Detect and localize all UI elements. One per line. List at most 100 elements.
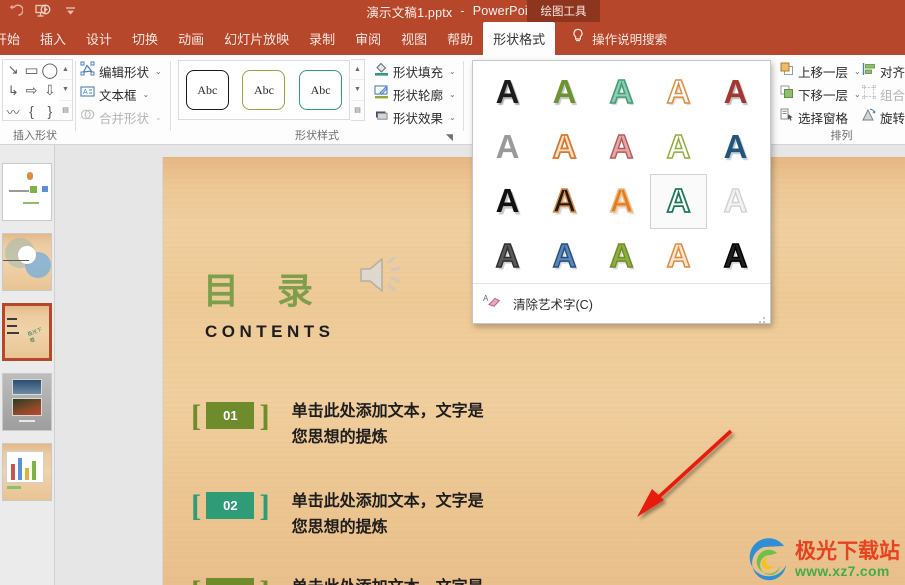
- wordart-style-15[interactable]: A: [479, 229, 536, 284]
- toc-text[interactable]: 单击此处添加文本，文字是 您思想的提炼: [292, 489, 484, 541]
- xz7-logo-mark-icon: [746, 537, 792, 581]
- wordart-style-13[interactable]: A: [650, 174, 707, 229]
- wordart-style-8[interactable]: A: [650, 120, 707, 175]
- slide-thumbnail-1[interactable]: [2, 163, 52, 221]
- bring-forward-button[interactable]: 上移一层 ⌄: [778, 61, 863, 81]
- tab-审阅[interactable]: 审阅: [345, 22, 391, 55]
- scroll-up-icon[interactable]: ▲: [59, 60, 72, 81]
- shape-glyph[interactable]: }: [41, 103, 59, 119]
- tab-动画[interactable]: 动画: [168, 22, 214, 55]
- clear-wordart-menu-item[interactable]: A 清除艺术字(C): [473, 284, 770, 322]
- slide-wordart-text[interactable]: 极光下载站: [601, 577, 754, 585]
- wordart-style-16[interactable]: A: [536, 229, 593, 284]
- wordart-style-5[interactable]: A: [479, 120, 536, 175]
- shape-glyph[interactable]: {: [22, 103, 40, 119]
- shape-glyph[interactable]: ⇩: [41, 82, 59, 99]
- align-button[interactable]: 对齐: [860, 61, 905, 81]
- wordart-style-6[interactable]: A: [536, 120, 593, 175]
- shape-fill-icon: [374, 61, 389, 81]
- chevron-down-icon[interactable]: ⌄: [449, 67, 456, 76]
- slide-thumbnail-4[interactable]: [2, 373, 52, 431]
- tab-视图[interactable]: 视图: [391, 22, 437, 55]
- chevron-down-icon[interactable]: ⌄: [449, 90, 456, 99]
- xz7-logo-url: www.xz7.com: [795, 562, 890, 579]
- wordart-style-0[interactable]: A: [479, 65, 536, 120]
- shape-glyph[interactable]: ↳: [4, 83, 22, 99]
- edit-shape-icon: [80, 61, 95, 81]
- text-box-button[interactable]: A 文本框 ⌄: [78, 84, 151, 104]
- selection-pane-button[interactable]: 选择窗格: [778, 107, 850, 127]
- shape-styles-gallery[interactable]: Abc Abc Abc: [178, 60, 350, 120]
- shape-glyph[interactable]: ◯: [41, 61, 59, 79]
- shape-style-preset[interactable]: Abc: [299, 70, 343, 110]
- shape-glyph[interactable]: 〰: [4, 102, 22, 120]
- slide-thumbnail-3[interactable]: 极光下载: [2, 303, 52, 361]
- chevron-down-icon[interactable]: ⌄: [155, 67, 162, 76]
- gallery-more-icon[interactable]: ▤: [59, 101, 72, 120]
- tab-形状格式[interactable]: 形状格式: [483, 22, 556, 55]
- shapes-gallery[interactable]: ↘ ▭ ◯ ↳ ⇨ ⇩ 〰 { }: [2, 59, 60, 121]
- toc-text[interactable]: 单击此处添加文本，文字是 您思想的提炼: [292, 399, 484, 451]
- shape-style-preset[interactable]: Abc: [185, 70, 229, 110]
- shape-outline-button[interactable]: 形状轮廓 ⌄: [372, 84, 458, 104]
- shape-fill-button[interactable]: 形状填充 ⌄: [372, 61, 458, 81]
- shapes-gallery-scroll[interactable]: ▲ ▼ ▤: [59, 59, 73, 121]
- shape-styles-dialog-launcher[interactable]: ◥: [444, 132, 455, 143]
- scroll-up-icon[interactable]: ▲: [351, 60, 364, 81]
- wordart-style-9[interactable]: A: [707, 120, 764, 175]
- tab-录制[interactable]: 录制: [299, 22, 345, 55]
- document-title: 演示文稿1.pptx - PowerPoint: [0, 0, 905, 22]
- audio-speaker-icon[interactable]: [356, 252, 408, 303]
- send-backward-button[interactable]: 下移一层 ⌄: [778, 84, 863, 104]
- toc-text[interactable]: 单击此处添加文本，文字是: [292, 575, 484, 585]
- edit-shape-button[interactable]: 编辑形状 ⌄: [78, 61, 164, 81]
- wordart-style-17[interactable]: A: [593, 229, 650, 284]
- scroll-down-icon[interactable]: ▼: [351, 80, 364, 101]
- shape-glyph[interactable]: ▭: [22, 61, 40, 79]
- slide-thumbnail-2[interactable]: [2, 233, 52, 291]
- slide-thumbnail-pane[interactable]: 极光下载: [0, 145, 55, 585]
- tab-幻灯片放映[interactable]: 幻灯片放映: [214, 22, 299, 55]
- wordart-style-19[interactable]: A: [707, 229, 764, 284]
- wordart-style-10[interactable]: A: [479, 174, 536, 229]
- tab-设计[interactable]: 设计: [76, 22, 122, 55]
- merge-shapes-label: 合并形状: [99, 111, 150, 126]
- tab-切换[interactable]: 切换: [122, 22, 168, 55]
- shape-style-preset[interactable]: Abc: [242, 70, 286, 110]
- group-label-arrange: 排列: [830, 130, 853, 142]
- wordart-style-12[interactable]: A: [593, 174, 650, 229]
- powerpoint-window: 演示文稿1.pptx - PowerPoint 绘图工具 开始 插入 设计 切换…: [0, 0, 905, 585]
- tab-开始[interactable]: 开始: [0, 22, 30, 55]
- wordart-style-18[interactable]: A: [650, 229, 707, 284]
- chevron-down-icon[interactable]: ⌄: [449, 113, 456, 122]
- shape-glyph[interactable]: ⇨: [22, 82, 40, 99]
- slide-thumbnail-5[interactable]: [2, 443, 52, 501]
- wordart-style-4[interactable]: A: [707, 65, 764, 120]
- gallery-more-icon[interactable]: ▤: [351, 101, 364, 120]
- wordart-style-7[interactable]: A: [593, 120, 650, 175]
- shape-glyph[interactable]: ↘: [4, 62, 22, 78]
- toc-item-02[interactable]: [ 02 ] 单击此处添加文本，文字是 您思想的提炼: [191, 489, 591, 541]
- chevron-down-icon[interactable]: ⌄: [143, 90, 150, 99]
- scroll-down-icon[interactable]: ▼: [59, 80, 72, 101]
- wordart-style-2[interactable]: A: [593, 65, 650, 120]
- wordart-style-14[interactable]: A: [707, 174, 764, 229]
- merge-shapes-icon: [80, 107, 95, 127]
- text-box-label: 文本框: [99, 88, 137, 103]
- slide-subtitle[interactable]: CONTENTS: [205, 322, 335, 342]
- bracket-left-icon: [: [191, 398, 202, 433]
- rotate-button[interactable]: 旋转: [860, 107, 905, 127]
- resize-grip-icon[interactable]: [758, 312, 767, 323]
- tell-me-box[interactable]: 操作说明搜索: [555, 22, 667, 55]
- wordart-quick-styles-gallery[interactable]: A A A A A A A A A A A A A A A A A A A A: [472, 60, 771, 324]
- wordart-style-1[interactable]: A: [536, 65, 593, 120]
- tab-插入[interactable]: 插入: [30, 22, 76, 55]
- tab-帮助[interactable]: 帮助: [437, 22, 483, 55]
- slide-title[interactable]: 目 录: [203, 262, 327, 314]
- wordart-style-3[interactable]: A: [650, 65, 707, 120]
- wordart-style-11[interactable]: A: [536, 174, 593, 229]
- shape-styles-gallery-scroll[interactable]: ▲ ▼ ▤: [351, 59, 365, 121]
- toc-item-03[interactable]: [ 03 ] 单击此处添加文本，文字是: [191, 575, 591, 585]
- shape-effects-button[interactable]: 形状效果 ⌄: [372, 107, 458, 127]
- toc-item-01[interactable]: [ 01 ] 单击此处添加文本，文字是 您思想的提炼: [191, 399, 591, 451]
